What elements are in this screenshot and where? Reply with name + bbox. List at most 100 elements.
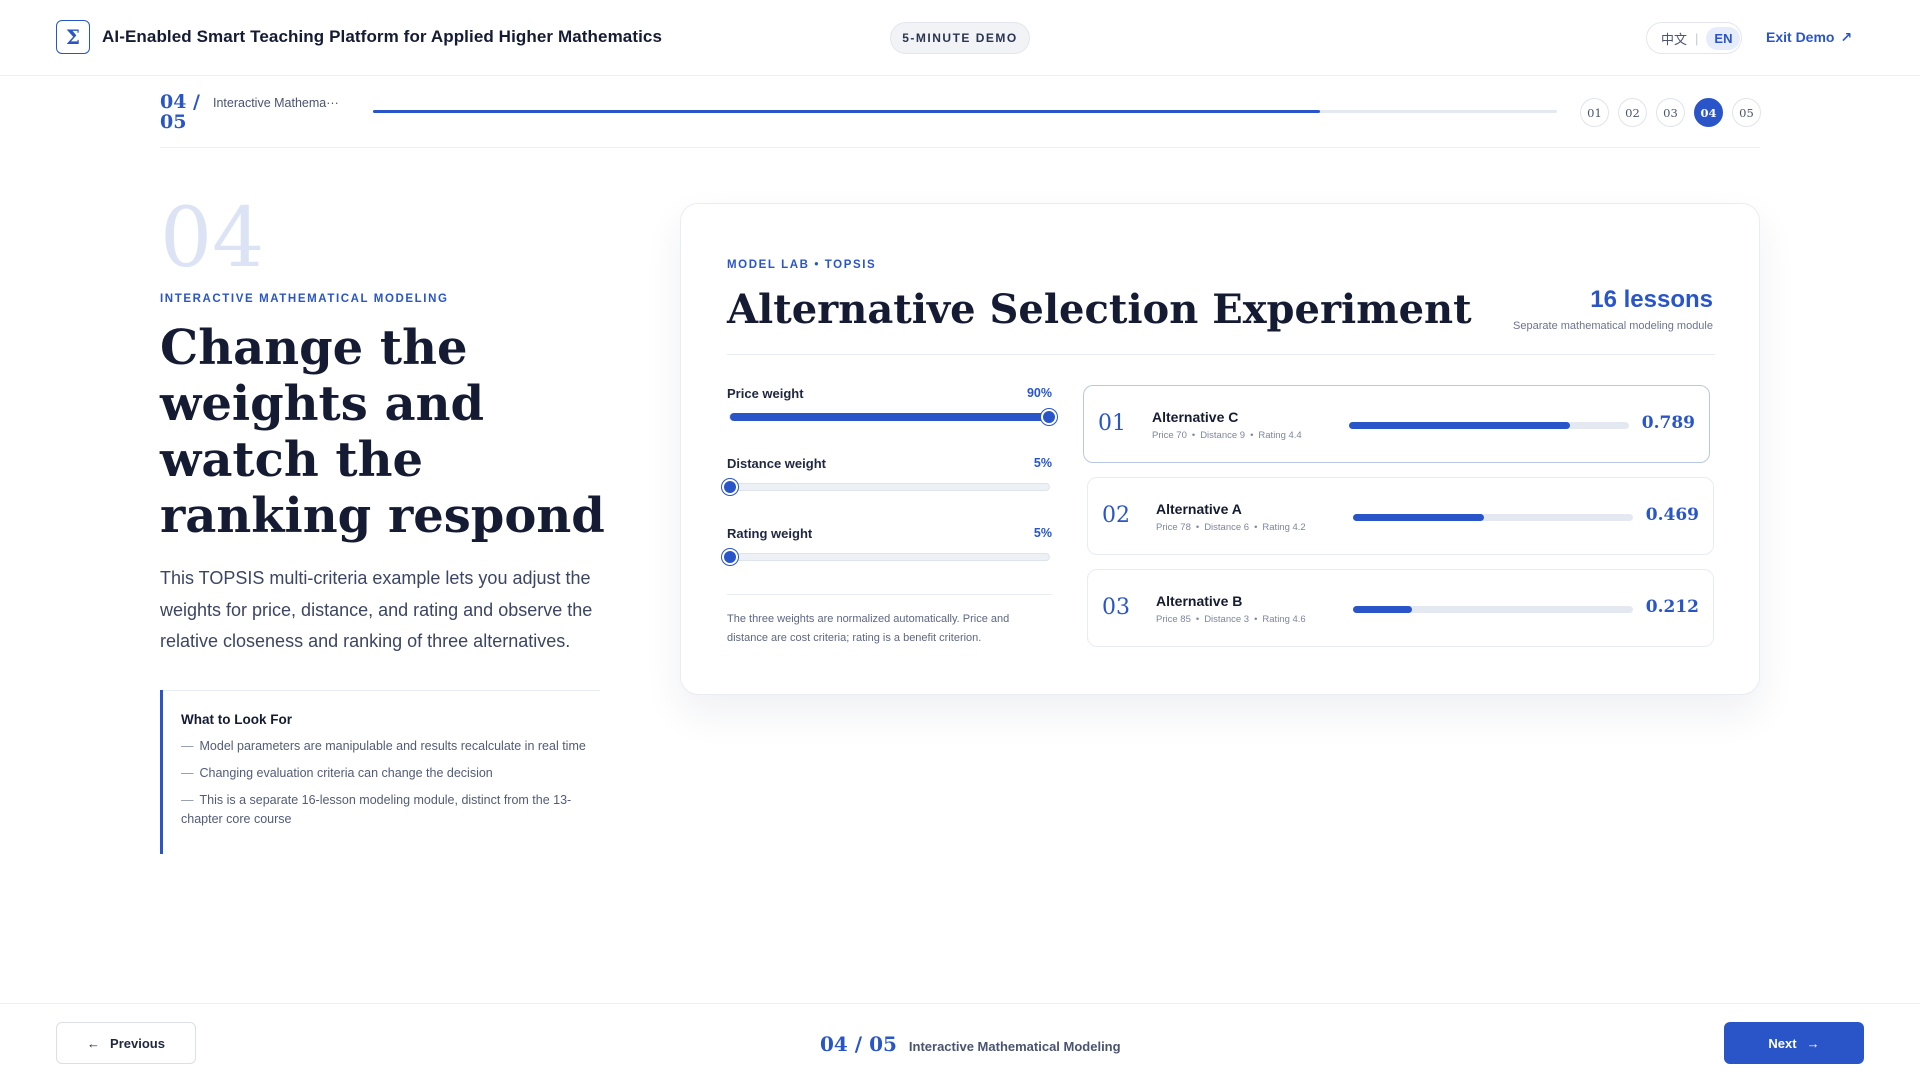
look-for-item-text: Model parameters are manipulable and res… — [199, 739, 586, 753]
footer-step-indicator: 04 / 05 Interactive Mathematical Modelin… — [820, 1032, 1121, 1056]
meta-dot: • — [1195, 614, 1200, 625]
slider-track[interactable] — [722, 549, 1050, 565]
alternative-attributes: Price 78 • Distance 6 • Rating 4.2 — [1156, 522, 1306, 533]
distance-weight-slider: Distance weight 5% — [722, 456, 1052, 506]
slider-label: Distance weight — [727, 456, 826, 471]
section-kicker: INTERACTIVE MATHEMATICAL MODELING — [160, 293, 449, 305]
step-counter-total: 05 — [160, 111, 187, 133]
look-for-item: — Changing evaluation criteria can change… — [181, 764, 600, 783]
alternative-rating: Rating 4.6 — [1262, 614, 1306, 625]
alternative-attributes: Price 70 • Distance 9 • Rating 4.4 — [1152, 430, 1302, 441]
what-to-look-for-panel: What to Look For — Model parameters are m… — [160, 690, 600, 854]
sigma-logo-icon: Σ — [56, 20, 90, 54]
top-bar: Σ AI-Enabled Smart Teaching Platform for… — [0, 0, 1920, 76]
alternative-name: Alternative B — [1156, 593, 1243, 609]
look-for-item-text: This is a separate 16-lesson modeling mo… — [181, 793, 572, 826]
alternative-rating: Rating 4.2 — [1262, 522, 1306, 533]
progress-bar-fill — [373, 110, 1321, 113]
dash: — — [181, 766, 194, 780]
alternative-distance: Distance 3 — [1204, 614, 1250, 625]
closeness-score: 0.212 — [1645, 597, 1699, 617]
alternative-rank: 01 — [1098, 411, 1126, 436]
bottom-bar: ← Previous 04 / 05 Interactive Mathemati… — [0, 1003, 1920, 1080]
closeness-score: 0.469 — [1645, 505, 1699, 525]
step-dot-02[interactable]: 02 — [1618, 98, 1647, 127]
step-navigator: 01 02 03 04 05 — [1580, 98, 1761, 127]
page-description: This TOPSIS multi-criteria example lets … — [160, 568, 593, 651]
alternative-name: Alternative C — [1152, 409, 1239, 425]
meta-dot: • — [1195, 522, 1200, 533]
external-arrow-icon: ↗ — [1840, 29, 1853, 45]
page-headline: Change the weights and watch the ranking… — [160, 320, 605, 544]
model-lab-card: MODEL LAB • TOPSIS Alternative Selection… — [680, 203, 1760, 695]
closeness-score: 0.789 — [1641, 413, 1695, 433]
lang-separator: | — [1695, 30, 1699, 46]
alternative-row: 03 Alternative B Price 85 • Distance 3 • Rat… — [1087, 569, 1714, 647]
alternative-row: 01 Alternative C Price 70 • Distance 9 • Rat… — [1083, 385, 1710, 463]
progress-bar — [373, 110, 1557, 113]
meta-dot: • — [1254, 614, 1258, 625]
dash: — — [181, 793, 194, 807]
meta-dot: • — [1254, 522, 1258, 533]
alternative-attributes: Price 85 • Distance 3 • Rating 4.6 — [1156, 614, 1306, 625]
arrow-left-icon: ← — [87, 1035, 101, 1051]
closeness-bar-fill — [1353, 606, 1413, 613]
slider-track[interactable] — [722, 479, 1050, 495]
alternative-distance: Distance 6 — [1204, 522, 1250, 533]
slider-value: 5% — [1033, 456, 1052, 470]
dash: — — [181, 739, 194, 753]
meta-dot: • — [1191, 430, 1196, 441]
alternative-rank: 02 — [1102, 503, 1130, 528]
demo-badge: 5-MINUTE DEMO — [890, 22, 1030, 54]
weights-note: The three weights are normalized automat… — [727, 613, 1010, 644]
slider-label: Rating weight — [727, 526, 813, 541]
divider — [727, 594, 1052, 595]
slider-fill — [730, 413, 1049, 421]
footer-step-label: Interactive Mathematical Modeling — [908, 1039, 1121, 1054]
closeness-bar — [1353, 606, 1633, 613]
closeness-bar-fill — [1349, 422, 1570, 429]
step-dot-03[interactable]: 03 — [1656, 98, 1685, 127]
closeness-bar — [1353, 514, 1633, 521]
card-divider — [727, 354, 1715, 355]
lang-option-en[interactable]: EN — [1706, 26, 1741, 50]
next-button[interactable]: Next → — [1724, 1022, 1864, 1064]
lang-option-zh[interactable]: 中文 — [1661, 29, 1687, 48]
alternative-rating: Rating 4.4 — [1258, 430, 1302, 441]
slider-thumb[interactable] — [722, 549, 738, 565]
alternative-price: Price 85 — [1156, 614, 1191, 625]
alternative-price: Price 70 — [1152, 430, 1187, 441]
section-number: 04 — [160, 191, 265, 286]
meta-dot: • — [1250, 430, 1254, 441]
look-for-item-text: Changing evaluation criteria can change … — [199, 766, 493, 780]
look-for-title: What to Look For — [181, 712, 292, 727]
slider-track[interactable] — [729, 409, 1057, 425]
arrow-right-icon: → — [1806, 1035, 1820, 1051]
slider-thumb[interactable] — [722, 479, 738, 495]
exit-demo-link[interactable]: Exit Demo ↗ — [1766, 29, 1852, 46]
alternative-rank: 03 — [1102, 595, 1130, 620]
step-dot-05[interactable]: 05 — [1732, 98, 1761, 127]
footer-step: 04 / 05 — [820, 1032, 897, 1056]
slider-label: Price weight — [727, 386, 804, 401]
next-label: Next — [1768, 1035, 1797, 1051]
lessons-count: 16 lessons — [1590, 286, 1713, 313]
previous-button[interactable]: ← Previous — [56, 1022, 196, 1064]
step-dot-04[interactable]: 04 — [1694, 98, 1723, 127]
slider-thumb[interactable] — [1041, 409, 1057, 425]
exit-demo-label: Exit Demo — [1766, 29, 1835, 45]
progress-row: 04 / 05 Interactive Mathema··· 01 02 03 04 0… — [160, 76, 1761, 148]
step-dot-01[interactable]: 01 — [1580, 98, 1609, 127]
alternative-distance: Distance 9 — [1200, 430, 1246, 441]
card-kicker: MODEL LAB • TOPSIS — [727, 259, 877, 271]
price-weight-slider: Price weight 90% — [727, 386, 1057, 436]
previous-label: Previous — [110, 1035, 165, 1051]
rating-weight-slider: Rating weight 5% — [722, 526, 1052, 576]
slider-value: 90% — [1026, 386, 1052, 400]
closeness-bar — [1349, 422, 1629, 429]
alternative-price: Price 78 — [1156, 522, 1191, 533]
alternative-row: 02 Alternative A Price 78 • Distance 6 • Rat… — [1087, 477, 1714, 555]
app-title: AI-Enabled Smart Teaching Platform for A… — [102, 27, 663, 46]
language-switch: 中文 | EN — [1646, 22, 1742, 54]
alternative-name: Alternative A — [1156, 501, 1242, 517]
